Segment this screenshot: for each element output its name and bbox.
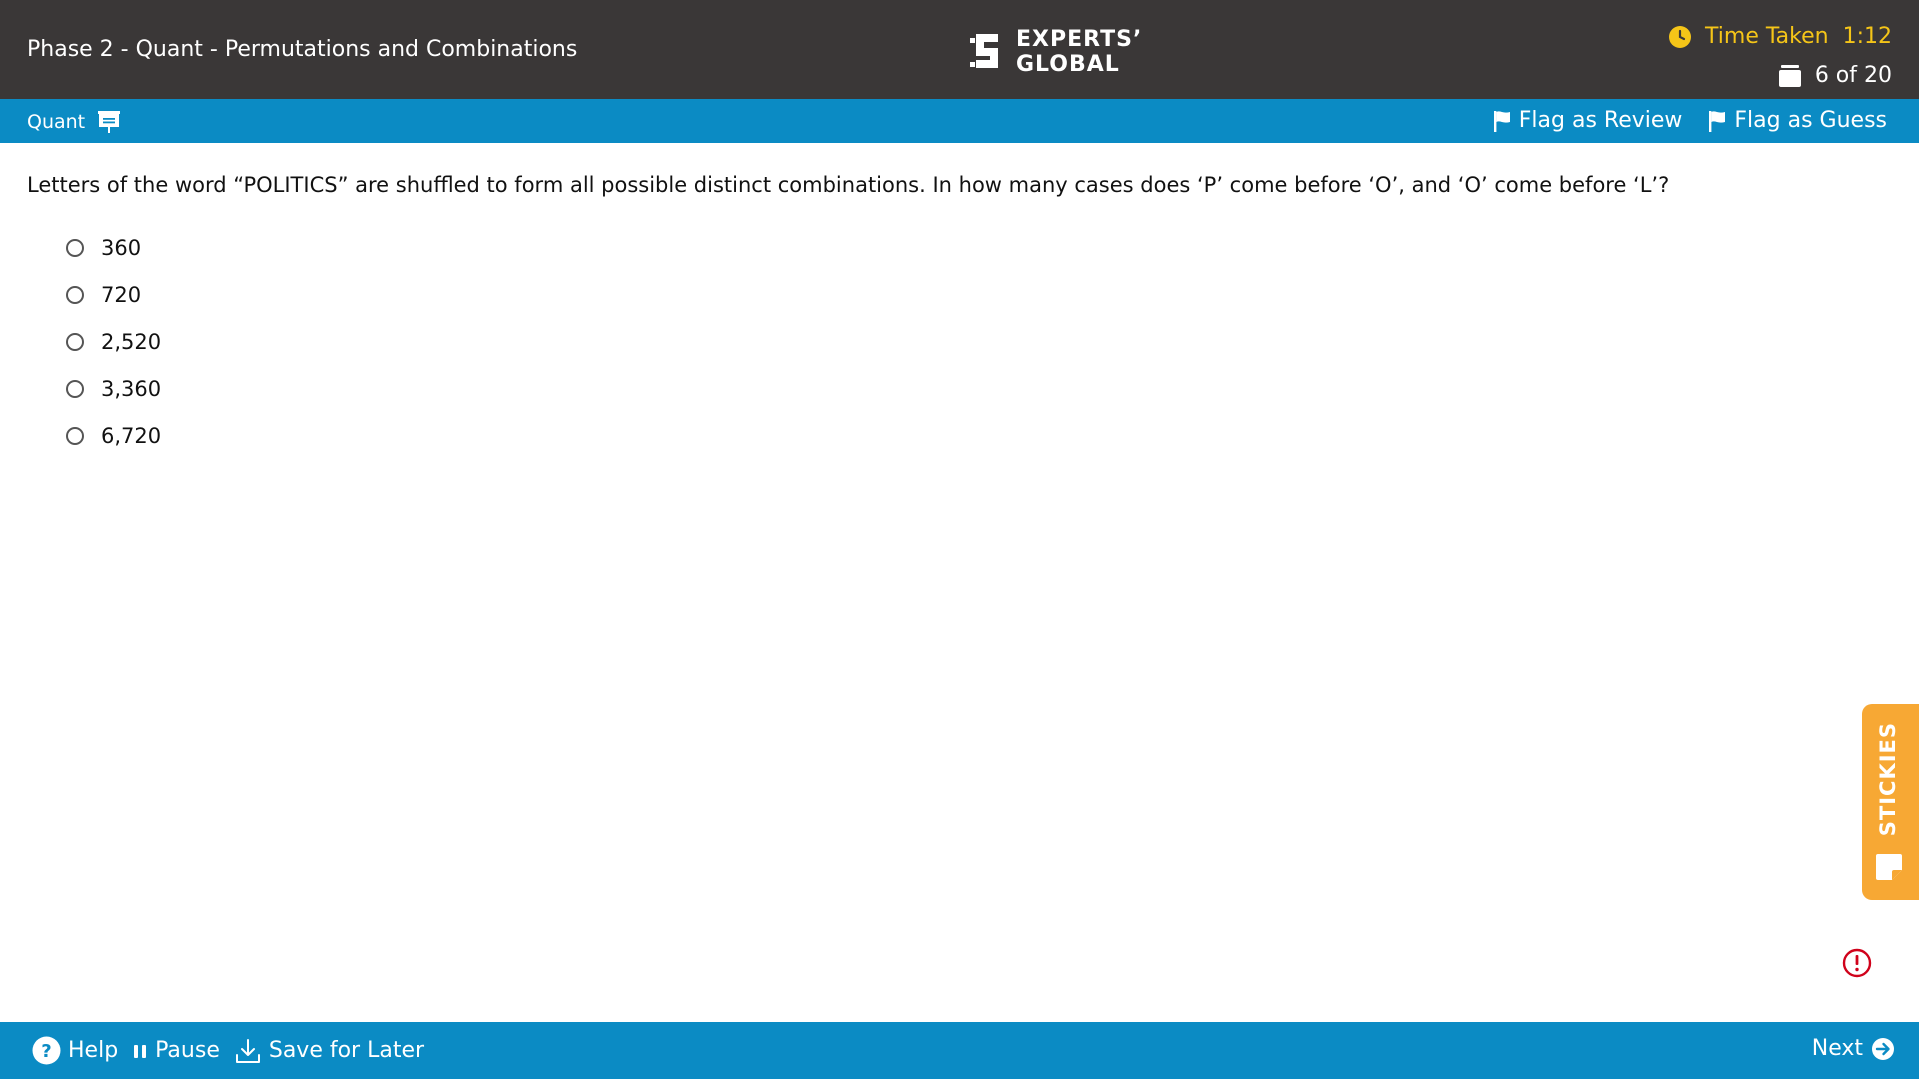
answer-option[interactable]: 360 [66, 224, 161, 271]
svg-text:?: ? [41, 1041, 51, 1062]
pause-icon [134, 1044, 147, 1058]
option-label: 360 [101, 235, 142, 260]
answer-option[interactable]: 3,360 [66, 365, 161, 412]
logo-text-line2: GLOBAL [1016, 52, 1120, 77]
time-taken: Time Taken 1:12 [1668, 24, 1892, 49]
report-error-icon[interactable] [1842, 948, 1872, 978]
clock-icon [1669, 25, 1692, 48]
bottom-bar: ? Help Pause Save for Later Next [0, 1022, 1919, 1079]
stickies-tab[interactable]: STICKIES [1862, 704, 1919, 900]
pause-label: Pause [155, 1038, 220, 1063]
presentation-board-icon[interactable] [97, 110, 121, 134]
question-counter: 6 of 20 [1778, 63, 1892, 88]
question-counter-text: 6 of 20 [1814, 63, 1892, 88]
help-button[interactable]: ? Help [32, 1036, 118, 1065]
timer-label: Time Taken [1705, 24, 1829, 49]
flag-icon [1493, 110, 1510, 132]
sticky-note-icon [1876, 854, 1902, 880]
flag-review-label: Flag as Review [1518, 108, 1683, 133]
section-name: Quant [27, 110, 121, 134]
option-label: 3,360 [101, 376, 162, 401]
radio-button[interactable] [66, 379, 84, 398]
logo-mark-icon [970, 34, 998, 68]
section-label: Quant [27, 111, 86, 133]
answer-options: 360 720 2,520 3,360 6,720 [66, 224, 161, 459]
pause-button[interactable]: Pause [132, 1038, 220, 1063]
radio-button[interactable] [66, 238, 84, 257]
arrow-right-icon [1872, 1037, 1894, 1060]
section-bar: Quant Flag as Review Flag as Guess [0, 99, 1919, 143]
logo-text-line1: EXPERTS’ [1016, 27, 1143, 52]
download-icon [235, 1038, 260, 1063]
flag-as-review-button[interactable]: Flag as Review [1493, 108, 1683, 133]
radio-button[interactable] [66, 426, 84, 445]
help-label: Help [68, 1038, 119, 1063]
flag-icon [1709, 110, 1726, 132]
stickies-label: STICKIES [1876, 722, 1900, 837]
answer-option[interactable]: 720 [66, 271, 161, 318]
radio-button[interactable] [66, 332, 84, 351]
option-label: 6,720 [101, 423, 162, 448]
test-title: Phase 2 - Quant - Permutations and Combi… [27, 37, 578, 62]
next-label: Next [1811, 1036, 1863, 1061]
answer-option[interactable]: 6,720 [66, 412, 161, 459]
save-for-later-label: Save for Later [268, 1038, 425, 1063]
timer-value: 1:12 [1842, 24, 1892, 49]
option-label: 720 [101, 282, 142, 307]
flag-as-guess-button[interactable]: Flag as Guess [1708, 108, 1887, 133]
experts-global-logo: EXPERTS’ GLOBAL [968, 27, 1142, 77]
help-icon: ? [32, 1036, 61, 1065]
option-label: 2,520 [101, 329, 162, 354]
next-button[interactable]: Next [1812, 1036, 1895, 1061]
radio-button[interactable] [66, 285, 84, 304]
save-for-later-button[interactable]: Save for Later [234, 1037, 424, 1065]
question-stack-icon [1778, 64, 1801, 87]
question-text: Letters of the word “POLITICS” are shuff… [27, 173, 1670, 197]
top-bar: Phase 2 - Quant - Permutations and Combi… [0, 0, 1919, 99]
answer-option[interactable]: 2,520 [66, 318, 161, 365]
flag-guess-label: Flag as Guess [1734, 108, 1887, 133]
